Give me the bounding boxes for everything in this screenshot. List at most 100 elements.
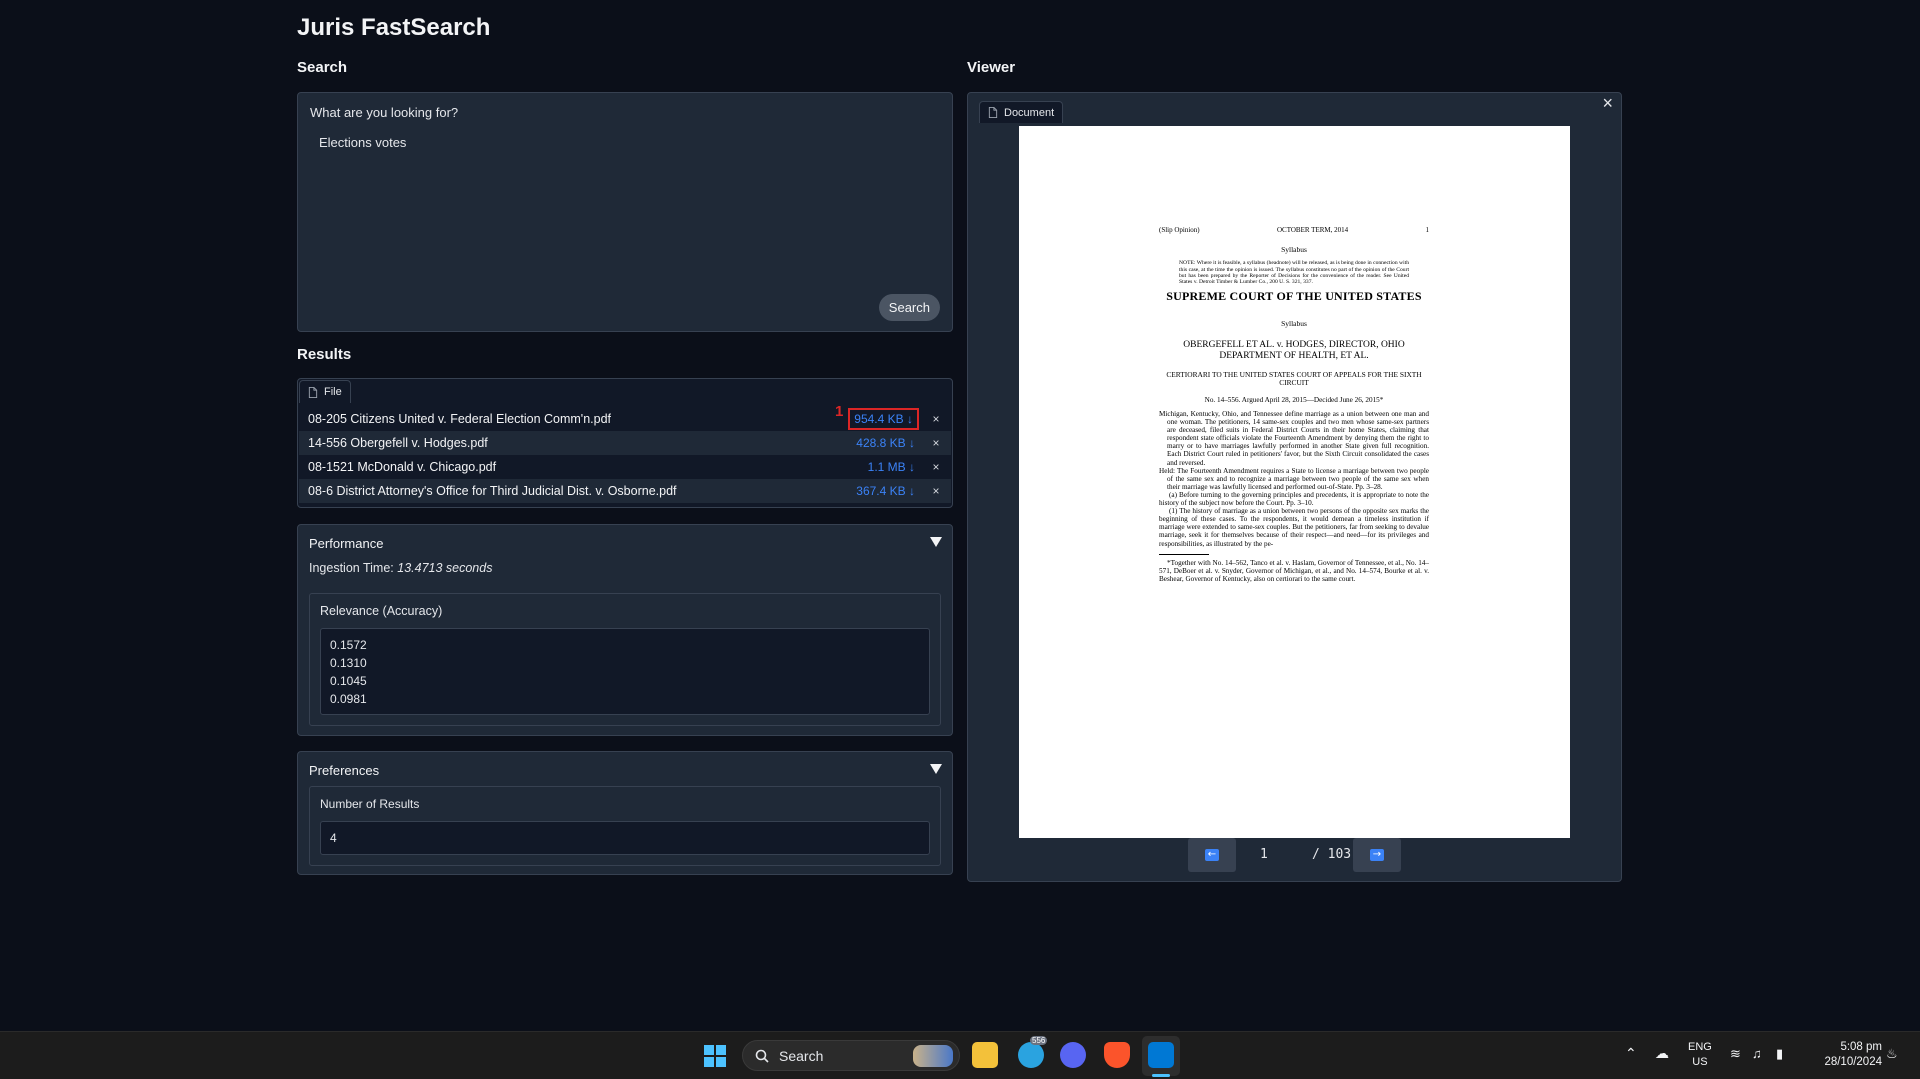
active-app-indicator xyxy=(1152,1074,1170,1077)
file-name[interactable]: 08-6 District Attorney's Office for Thir… xyxy=(308,484,852,498)
paragraph: Michigan, Kentucky, Ohio, and Tennessee … xyxy=(1159,410,1429,467)
relevance-box: Relevance (Accuracy) 0.1572 0.1310 0.104… xyxy=(309,593,941,726)
query-label: What are you looking for? xyxy=(310,105,459,120)
ingestion-time: Ingestion Time: 13.4713 seconds xyxy=(309,561,492,575)
file-download-link[interactable]: 367.4 KB ↓ xyxy=(852,482,919,500)
search-highlight-icon xyxy=(913,1045,953,1067)
pdf-header: (Slip Opinion) OCTOBER TERM, 2014 1 xyxy=(1159,226,1429,235)
telegram-icon[interactable]: 556 xyxy=(1018,1036,1048,1068)
pdf-content: (Slip Opinion) OCTOBER TERM, 2014 1 Syll… xyxy=(1159,226,1429,583)
relevance-value: 0.0981 xyxy=(330,692,367,706)
remove-file-icon[interactable]: × xyxy=(927,412,945,426)
app-title: Juris FastSearch xyxy=(297,14,491,41)
search-icon xyxy=(755,1049,769,1063)
vscode-icon[interactable] xyxy=(1148,1042,1174,1068)
clock-date: 28/10/2024 xyxy=(1824,1056,1882,1068)
certiorari: CERTIORARI TO THE UNITED STATES COURT OF… xyxy=(1166,370,1422,388)
remove-file-icon[interactable]: × xyxy=(927,436,945,450)
wifi-icon[interactable]: ≋ xyxy=(1730,1046,1741,1061)
region-code: US xyxy=(1692,1056,1708,1068)
notification-bell-icon[interactable]: ♨ xyxy=(1886,1046,1898,1061)
syllabus-note: NOTE: Where it is feasible, a syllabus (… xyxy=(1179,260,1409,286)
court-name: SUPREME COURT OF THE UNITED STATES xyxy=(1166,288,1422,303)
file-name[interactable]: 08-205 Citizens United v. Federal Electi… xyxy=(308,412,848,426)
remove-file-icon[interactable]: × xyxy=(927,484,945,498)
pdf-page: (Slip Opinion) OCTOBER TERM, 2014 1 Syll… xyxy=(1019,126,1570,838)
footnote: *Together with No. 14–562, Tanco et al. … xyxy=(1159,558,1429,583)
page-total: / 103 xyxy=(1312,847,1352,862)
file-list: 08-205 Citizens United v. Federal Electi… xyxy=(298,407,952,507)
preferences-accordion: Preferences Number of Results 4 xyxy=(297,751,953,875)
file-name[interactable]: 08-1521 McDonald v. Chicago.pdf xyxy=(308,460,864,474)
clock-time: 5:08 pm xyxy=(1840,1041,1882,1053)
num-results-input[interactable]: 4 xyxy=(320,821,930,855)
results-panel: File 08-205 Citizens United v. Federal E… xyxy=(297,378,953,508)
page-number: 1 xyxy=(1425,226,1429,234)
relevance-values: 0.1572 0.1310 0.1045 0.0981 xyxy=(320,628,930,715)
tab-document[interactable]: Document xyxy=(979,101,1064,123)
arrow-right-icon: → xyxy=(1370,849,1384,861)
term: OCTOBER TERM, 2014 xyxy=(1277,226,1349,234)
document-icon xyxy=(988,107,998,118)
search-button[interactable]: Search xyxy=(878,294,940,321)
relevance-value: 0.1572 xyxy=(330,638,367,652)
tab-file-label: File xyxy=(324,386,342,398)
collapse-caret-icon[interactable] xyxy=(930,764,942,774)
remove-file-icon[interactable]: × xyxy=(927,460,945,474)
search-section-label: Search xyxy=(297,59,348,76)
arrow-left-icon: ← xyxy=(1205,849,1219,861)
windows-start-icon[interactable] xyxy=(704,1045,726,1067)
brave-browser-icon[interactable] xyxy=(1104,1042,1130,1068)
file-explorer-icon[interactable] xyxy=(972,1042,998,1068)
volume-icon[interactable]: ♫ xyxy=(1752,1046,1762,1061)
cloud-icon[interactable]: ☁ xyxy=(1655,1046,1669,1061)
file-download-link[interactable]: 428.8 KB ↓ xyxy=(852,434,919,452)
prev-page-button[interactable]: ← xyxy=(1188,838,1236,872)
relevance-value: 0.1045 xyxy=(330,674,367,688)
footnote-rule xyxy=(1159,553,1209,555)
battery-icon[interactable]: ▮ xyxy=(1776,1046,1783,1061)
file-name[interactable]: 14-556 Obergefell v. Hodges.pdf xyxy=(308,436,852,450)
next-page-button[interactable]: → xyxy=(1353,838,1401,872)
ingestion-value: 13.4713 seconds xyxy=(397,561,493,575)
file-download-link[interactable]: 1.1 MB ↓ xyxy=(864,458,919,476)
case-caption: OBERGEFELL ET AL. v. HODGES, DIRECTOR, O… xyxy=(1183,340,1405,361)
syllabus-heading: Syllabus xyxy=(1281,318,1307,328)
taskbar: Search 556 ⌃ ☁ ENG US ≋ ♫ ▮ 5:08 pm 28/1… xyxy=(0,1031,1920,1079)
file-icon xyxy=(308,386,318,398)
taskbar-search-label: Search xyxy=(779,1047,824,1064)
file-download-link[interactable]: 954.4 KB ↓ xyxy=(848,408,919,430)
file-row[interactable]: 08-205 Citizens United v. Federal Electi… xyxy=(299,407,951,431)
collapse-caret-icon[interactable] xyxy=(930,537,942,547)
query-textarea[interactable]: Elections votes xyxy=(310,125,940,280)
search-panel: What are you looking for? Elections vote… xyxy=(297,92,953,332)
taskbar-search[interactable]: Search xyxy=(742,1040,960,1071)
tab-document-label: Document xyxy=(1004,106,1055,119)
paragraph: (1) The history of marriage as a union b… xyxy=(1159,507,1429,548)
paragraph: (a) Before turning to the governing prin… xyxy=(1159,490,1429,508)
file-row[interactable]: 08-6 District Attorney's Office for Thir… xyxy=(299,479,951,503)
argued-line: No. 14–556. Argued April 28, 2015—Decide… xyxy=(1204,395,1384,404)
language-code: ENG xyxy=(1688,1041,1712,1053)
num-results-box: Number of Results 4 xyxy=(309,786,941,866)
viewer-section-label: Viewer xyxy=(967,59,1016,76)
results-section-label: Results xyxy=(297,346,352,363)
chevron-up-icon[interactable]: ⌃ xyxy=(1625,1046,1637,1061)
preferences-title[interactable]: Preferences xyxy=(309,763,379,778)
discord-icon[interactable] xyxy=(1060,1042,1086,1068)
file-row[interactable]: 14-556 Obergefell v. Hodges.pdf 428.8 KB… xyxy=(299,431,951,455)
tab-file[interactable]: File xyxy=(299,380,351,403)
relevance-value: 0.1310 xyxy=(330,656,367,670)
page-input[interactable]: 1 xyxy=(1260,847,1268,862)
annotation-number: 1 xyxy=(835,403,844,420)
ingestion-label: Ingestion Time: xyxy=(309,561,394,575)
num-results-label: Number of Results xyxy=(320,797,420,811)
paragraph: Held: The Fourteenth Amendment requires … xyxy=(1159,466,1429,491)
close-icon[interactable]: × xyxy=(1602,93,1613,114)
syllabus-heading: Syllabus xyxy=(1281,245,1307,255)
relevance-label: Relevance (Accuracy) xyxy=(320,604,443,618)
performance-title[interactable]: Performance xyxy=(309,536,383,551)
file-row[interactable]: 08-1521 McDonald v. Chicago.pdf 1.1 MB ↓… xyxy=(299,455,951,479)
language-indicator[interactable]: ENG US xyxy=(1688,1040,1712,1070)
clock[interactable]: 5:08 pm 28/10/2024 xyxy=(1812,1040,1882,1070)
